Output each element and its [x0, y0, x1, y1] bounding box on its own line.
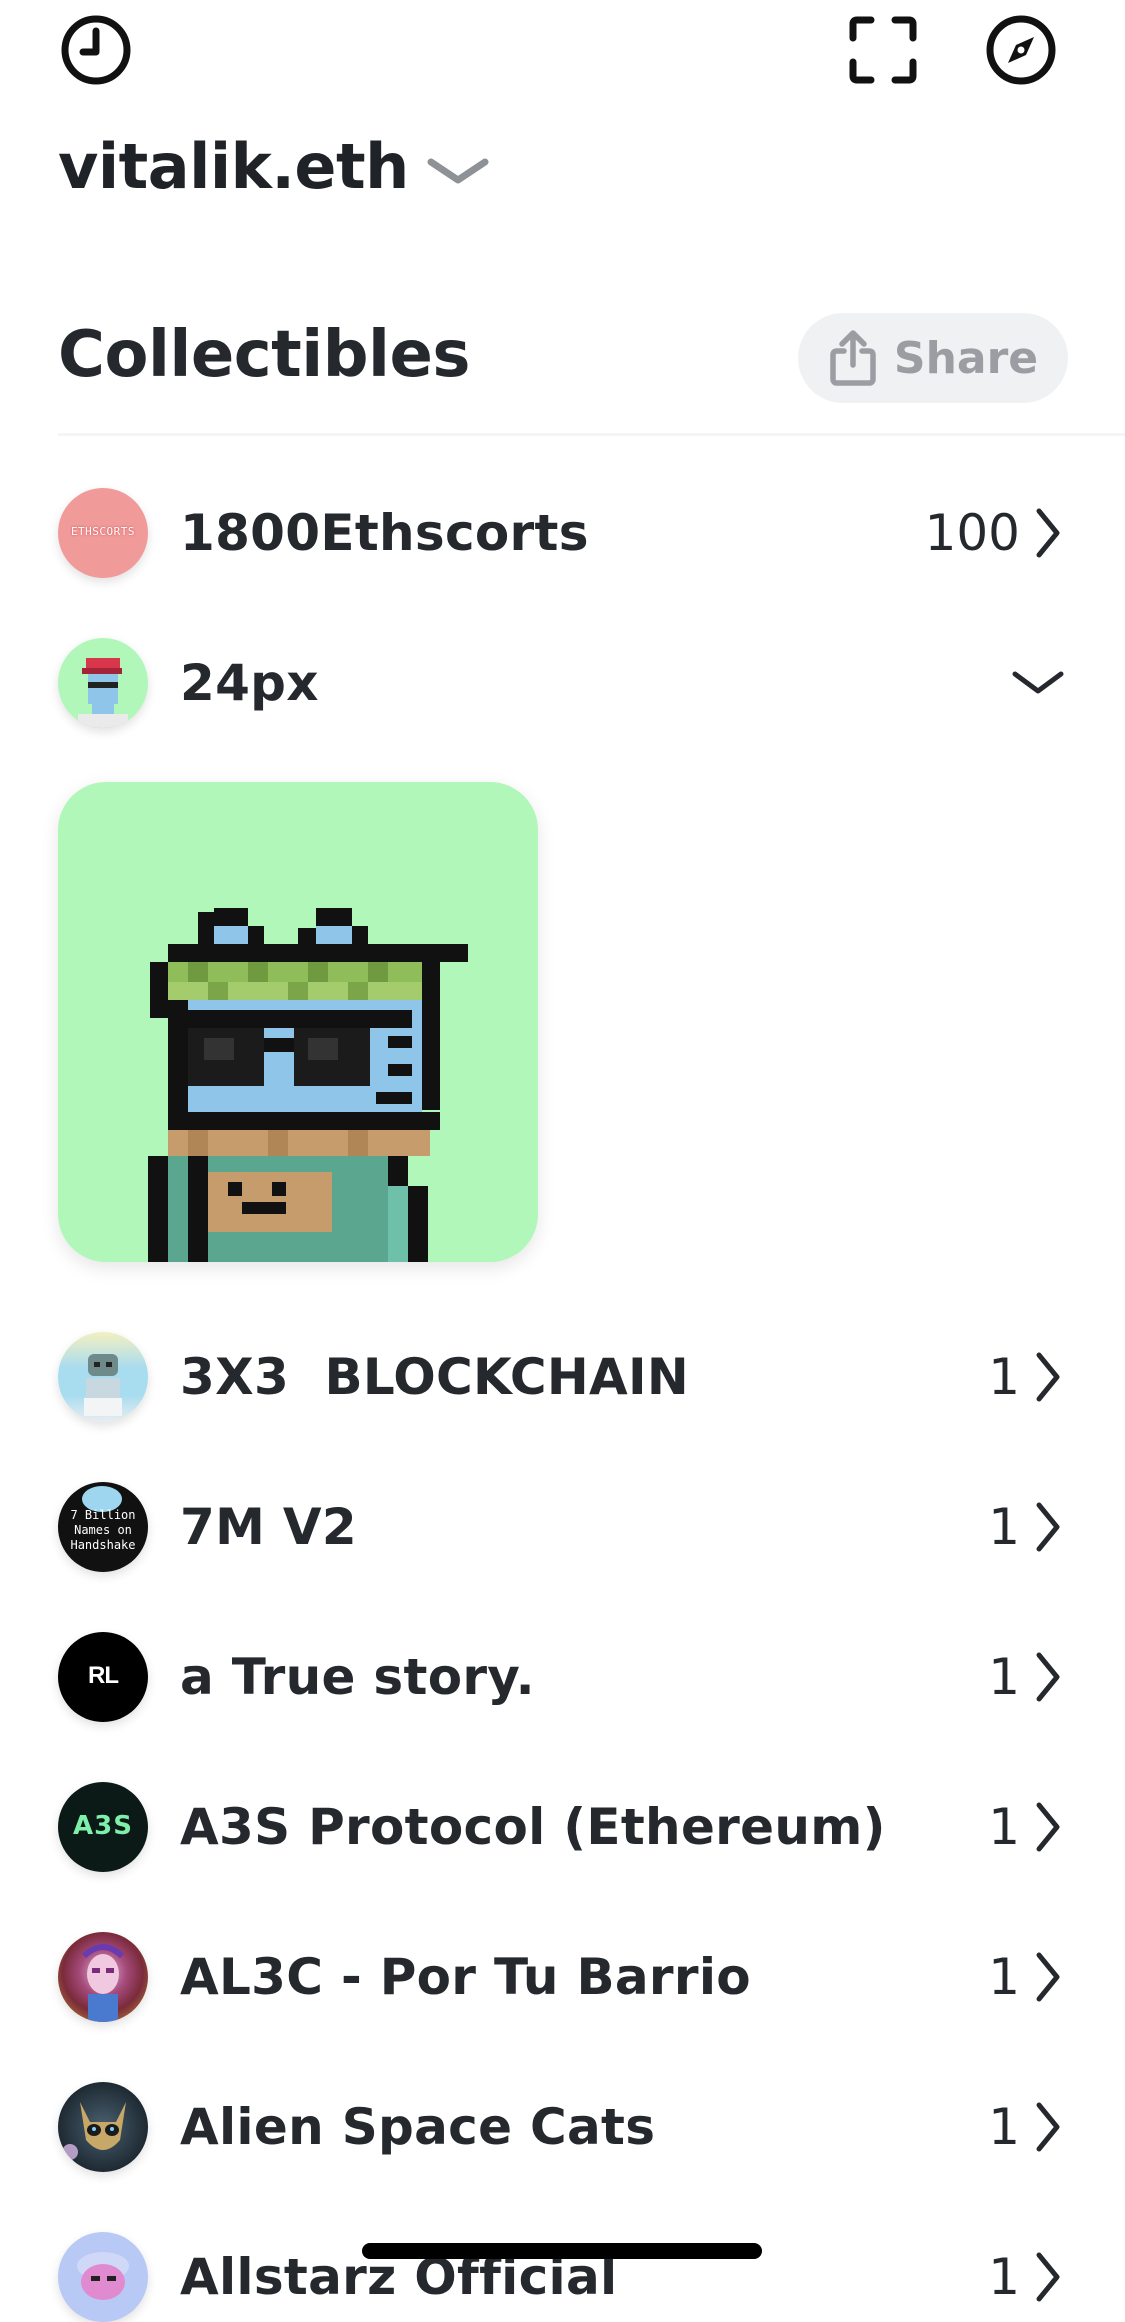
- collection-count: 1: [988, 1498, 1020, 1556]
- collection-name: Alien Space Cats: [180, 2098, 656, 2156]
- collection-count: 1: [988, 1798, 1020, 1856]
- chevron-right-icon: [1028, 1497, 1068, 1557]
- clock-icon: [61, 15, 131, 85]
- history-button[interactable]: [56, 10, 136, 90]
- collection-name: 7M V2: [180, 1498, 357, 1556]
- collection-row-24px[interactable]: 24px: [58, 638, 1068, 728]
- chevron-down-icon: [427, 158, 489, 183]
- wallet-name: vitalik.eth: [58, 130, 409, 203]
- collection-avatar: A3S: [58, 1782, 148, 1872]
- collection-row-al3c[interactable]: AL3C - Por Tu Barrio 1: [58, 1932, 1068, 2022]
- share-upload-icon: [830, 330, 876, 386]
- chevron-right-icon: [1028, 1797, 1068, 1857]
- collection-count: 1: [988, 1348, 1020, 1406]
- chevron-right-icon: [1028, 2097, 1068, 2157]
- collection-avatar: [58, 1332, 148, 1422]
- collection-count: 1: [988, 2248, 1020, 2306]
- collection-count: 1: [988, 1948, 1020, 2006]
- home-indicator[interactable]: [362, 2243, 762, 2259]
- collection-name: a True story.: [180, 1648, 535, 1706]
- wallet-switcher[interactable]: vitalik.eth: [58, 130, 493, 203]
- share-button[interactable]: Share: [798, 313, 1068, 403]
- compass-icon: [986, 15, 1056, 85]
- collection-count: 1: [988, 2098, 1020, 2156]
- collection-name: 3X3 BLOCKCHAIN: [180, 1348, 690, 1406]
- collection-row-7m-v2[interactable]: 7 Billion Names on Handshake 7M V2 1: [58, 1482, 1068, 1572]
- header-divider: [58, 433, 1125, 436]
- collection-avatar: [58, 2232, 148, 2322]
- section-title: Collectibles: [58, 318, 470, 392]
- avatar-label: ETHSCORTS: [70, 525, 136, 538]
- discover-button[interactable]: [981, 10, 1061, 90]
- avatar-label: A3S: [73, 1811, 133, 1841]
- nft-card-24px[interactable]: [58, 782, 538, 1262]
- collection-avatar: 7 Billion Names on Handshake: [58, 1482, 148, 1572]
- chevron-right-icon: [1028, 1947, 1068, 2007]
- collection-row-1800ethscorts[interactable]: ETHSCORTS 1800Ethscorts 100: [58, 488, 1068, 578]
- collection-name: A3S Protocol (Ethereum): [180, 1798, 886, 1856]
- collection-name: 1800Ethscorts: [180, 504, 589, 562]
- collection-count: 100: [924, 504, 1020, 562]
- chevron-right-icon: [1028, 2247, 1068, 2307]
- collection-avatar: ETHSCORTS: [58, 488, 148, 578]
- avatar-label: RL: [88, 1662, 119, 1689]
- collection-name: AL3C - Por Tu Barrio: [180, 1948, 751, 2006]
- collection-row-a-true-story[interactable]: RL a True story. 1: [58, 1632, 1068, 1722]
- avatar-label: 7 Billion Names on Handshake: [70, 1508, 136, 1552]
- collection-name: 24px: [180, 654, 319, 712]
- chevron-right-icon: [1028, 1647, 1068, 1707]
- collection-avatar: [58, 638, 148, 728]
- collection-row-a3s-protocol[interactable]: A3S A3S Protocol (Ethereum) 1: [58, 1782, 1068, 1872]
- collection-row-alien-space-cats[interactable]: Alien Space Cats 1: [58, 2082, 1068, 2172]
- scan-frame-icon: [849, 16, 917, 84]
- collection-row-3x3-blockchain[interactable]: 3X3 BLOCKCHAIN 1: [58, 1332, 1068, 1422]
- chevron-right-icon: [1028, 503, 1068, 563]
- collection-count: 1: [988, 1648, 1020, 1706]
- chevron-right-icon: [1028, 1347, 1068, 1407]
- scan-button[interactable]: [843, 10, 923, 90]
- share-label: Share: [893, 332, 1039, 384]
- collection-avatar: [58, 1932, 148, 2022]
- collection-avatar: [58, 2082, 148, 2172]
- nft-image: [148, 908, 468, 1262]
- chevron-down-icon: [1008, 653, 1068, 713]
- collection-avatar: RL: [58, 1632, 148, 1722]
